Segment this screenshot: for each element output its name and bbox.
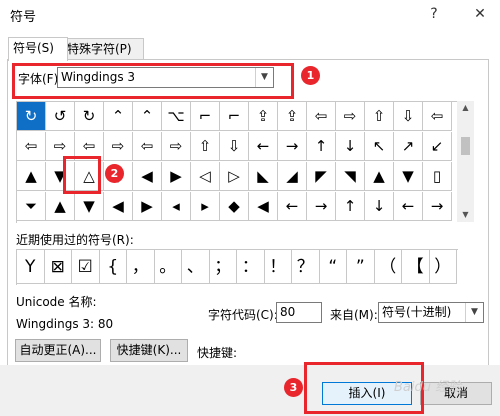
shortcut-key-button[interactable]: 快捷键(K)...	[110, 339, 188, 362]
recent-symbol-cell[interactable]: Y	[17, 250, 45, 284]
recent-symbol-cell[interactable]: ！	[264, 250, 292, 284]
symbol-cell[interactable]: ⇦	[307, 102, 336, 131]
symbol-cell[interactable]: ←	[278, 192, 307, 221]
symbol-cell[interactable]: ▼	[75, 192, 104, 221]
symbol-cell[interactable]: ◀	[104, 192, 133, 221]
from-label: 来自(M):	[330, 308, 378, 322]
annotation-badge-1: 1	[301, 66, 320, 85]
recent-symbol-cell[interactable]: （	[374, 250, 402, 284]
scroll-up-icon[interactable]: ▲	[457, 101, 474, 115]
symbol-cell[interactable]: ←	[394, 192, 423, 221]
recent-label: 近期使用过的符号(R):	[16, 233, 134, 247]
symbol-cell[interactable]: ◂	[162, 192, 191, 221]
symbol-cell[interactable]: ⌃	[133, 102, 162, 131]
symbol-cell[interactable]: ⌃	[104, 102, 133, 131]
symbol-cell[interactable]: ⇨	[162, 132, 191, 161]
symbol-cell[interactable]: ⇦	[133, 132, 162, 161]
tab-special-chars[interactable]: 特殊字符(P)	[62, 38, 144, 60]
recent-symbol-cell[interactable]: {	[99, 250, 127, 284]
symbol-cell[interactable]: ◆	[220, 192, 249, 221]
recent-symbol-cell[interactable]: ？	[292, 250, 320, 284]
symbol-cell[interactable]: ▲	[17, 162, 46, 191]
symbol-cell[interactable]: ⇩	[220, 132, 249, 161]
symbol-cell[interactable]: ↓	[365, 192, 394, 221]
recent-symbol-cell[interactable]: 。	[154, 250, 182, 284]
recent-symbol-cell[interactable]: “	[319, 250, 347, 284]
annotation-box-font	[12, 63, 294, 99]
symbol-cell[interactable]: ⇨	[336, 102, 365, 131]
recent-symbol-cell[interactable]: 、	[182, 250, 210, 284]
shortcut-label: 快捷键:	[197, 346, 238, 360]
symbol-cell[interactable]: ▲	[365, 162, 394, 191]
symbol-cell[interactable]: ▼	[394, 162, 423, 191]
recent-symbol-cell[interactable]: 【	[402, 250, 430, 284]
recent-symbol-cell[interactable]: ⊠	[44, 250, 72, 284]
symbol-cell[interactable]: ▶	[162, 162, 191, 191]
help-button[interactable]: ?	[420, 2, 448, 26]
symbol-cell[interactable]: →	[278, 132, 307, 161]
close-button[interactable]: ✕	[466, 2, 494, 26]
char-code-input[interactable]: 80	[276, 302, 322, 323]
annotation-badge-3: 3	[284, 378, 303, 397]
symbol-cell[interactable]: ◀	[133, 162, 162, 191]
symbol-cell[interactable]: ↗	[394, 132, 423, 161]
chevron-down-icon[interactable]: ▼	[465, 303, 483, 322]
symbol-cell[interactable]: ◁	[191, 162, 220, 191]
symbol-grid-scrollbar[interactable]: ▲ ▼	[457, 101, 474, 222]
symbol-cell[interactable]: ◀	[249, 192, 278, 221]
symbol-cell[interactable]: ↖	[365, 132, 394, 161]
annotation-box-triangle	[63, 156, 101, 194]
symbol-cell[interactable]: ⇨	[104, 132, 133, 161]
symbol-cell[interactable]: ▯	[423, 162, 452, 191]
symbol-cell[interactable]: ⇦	[423, 102, 452, 131]
char-code-label: 字符代码(C):	[208, 308, 278, 322]
scroll-down-icon[interactable]: ▼	[457, 208, 474, 222]
from-select[interactable]: 符号(十进制) ▼	[378, 302, 484, 323]
symbol-cell[interactable]: ↑	[336, 192, 365, 221]
symbol-cell[interactable]: ⌐	[191, 102, 220, 131]
symbol-cell[interactable]: ⇧	[365, 102, 394, 131]
symbol-cell[interactable]: ⇪	[249, 102, 278, 131]
symbol-cell[interactable]: ↺	[46, 102, 75, 131]
recent-symbol-cell[interactable]: ：	[237, 250, 265, 284]
symbol-cell[interactable]: ↻	[17, 102, 46, 131]
watermark: Baidu 经验	[394, 380, 462, 395]
recent-symbols: Y ⊠ ☑{，。、；：！？ “” （【）	[16, 249, 458, 285]
symbol-cell[interactable]: ⇩	[394, 102, 423, 131]
char-name: Wingdings 3: 80	[16, 317, 114, 331]
recent-symbol-cell[interactable]: ☑	[72, 250, 100, 284]
recent-symbol-cell[interactable]: ”	[347, 250, 375, 284]
tab-symbols[interactable]: 符号(S)	[8, 37, 68, 61]
symbol-cell[interactable]: ◥	[336, 162, 365, 191]
symbol-cell[interactable]: ⇦	[17, 132, 46, 161]
symbol-cell[interactable]: ⏷	[17, 192, 46, 221]
symbol-cell[interactable]: ↑	[307, 132, 336, 161]
symbol-cell[interactable]: ◢	[278, 162, 307, 191]
autocorrect-button[interactable]: 自动更正(A)...	[15, 339, 101, 362]
symbol-cell[interactable]: →	[307, 192, 336, 221]
symbol-cell[interactable]: ⇪	[278, 102, 307, 131]
from-select-value: 符号(十进制)	[382, 305, 452, 319]
recent-symbol-cell[interactable]: ；	[209, 250, 237, 284]
recent-symbol-cell[interactable]: ）	[429, 250, 457, 284]
symbol-cell[interactable]: ↓	[336, 132, 365, 161]
symbol-cell[interactable]: ▷	[220, 162, 249, 191]
dialog-title: 符号	[10, 10, 37, 25]
annotation-badge-2: 2	[105, 164, 124, 183]
unicode-name-label: Unicode 名称:	[16, 295, 97, 309]
symbol-cell[interactable]: ◤	[307, 162, 336, 191]
symbol-cell[interactable]: ↻	[75, 102, 104, 131]
scroll-thumb[interactable]	[461, 137, 470, 155]
symbol-cell[interactable]: ⌥	[162, 102, 191, 131]
recent-symbol-cell[interactable]: ，	[127, 250, 155, 284]
symbol-cell[interactable]: ◣	[249, 162, 278, 191]
symbol-cell[interactable]: →	[423, 192, 452, 221]
symbol-cell[interactable]: ⇧	[191, 132, 220, 161]
symbol-cell[interactable]: ↙	[423, 132, 452, 161]
symbol-cell[interactable]: ▲	[46, 192, 75, 221]
symbol-cell[interactable]: ⌐	[220, 102, 249, 131]
symbol-cell[interactable]: ▸	[191, 192, 220, 221]
symbol-cell[interactable]: ←	[249, 132, 278, 161]
symbol-cell[interactable]: ▶	[133, 192, 162, 221]
